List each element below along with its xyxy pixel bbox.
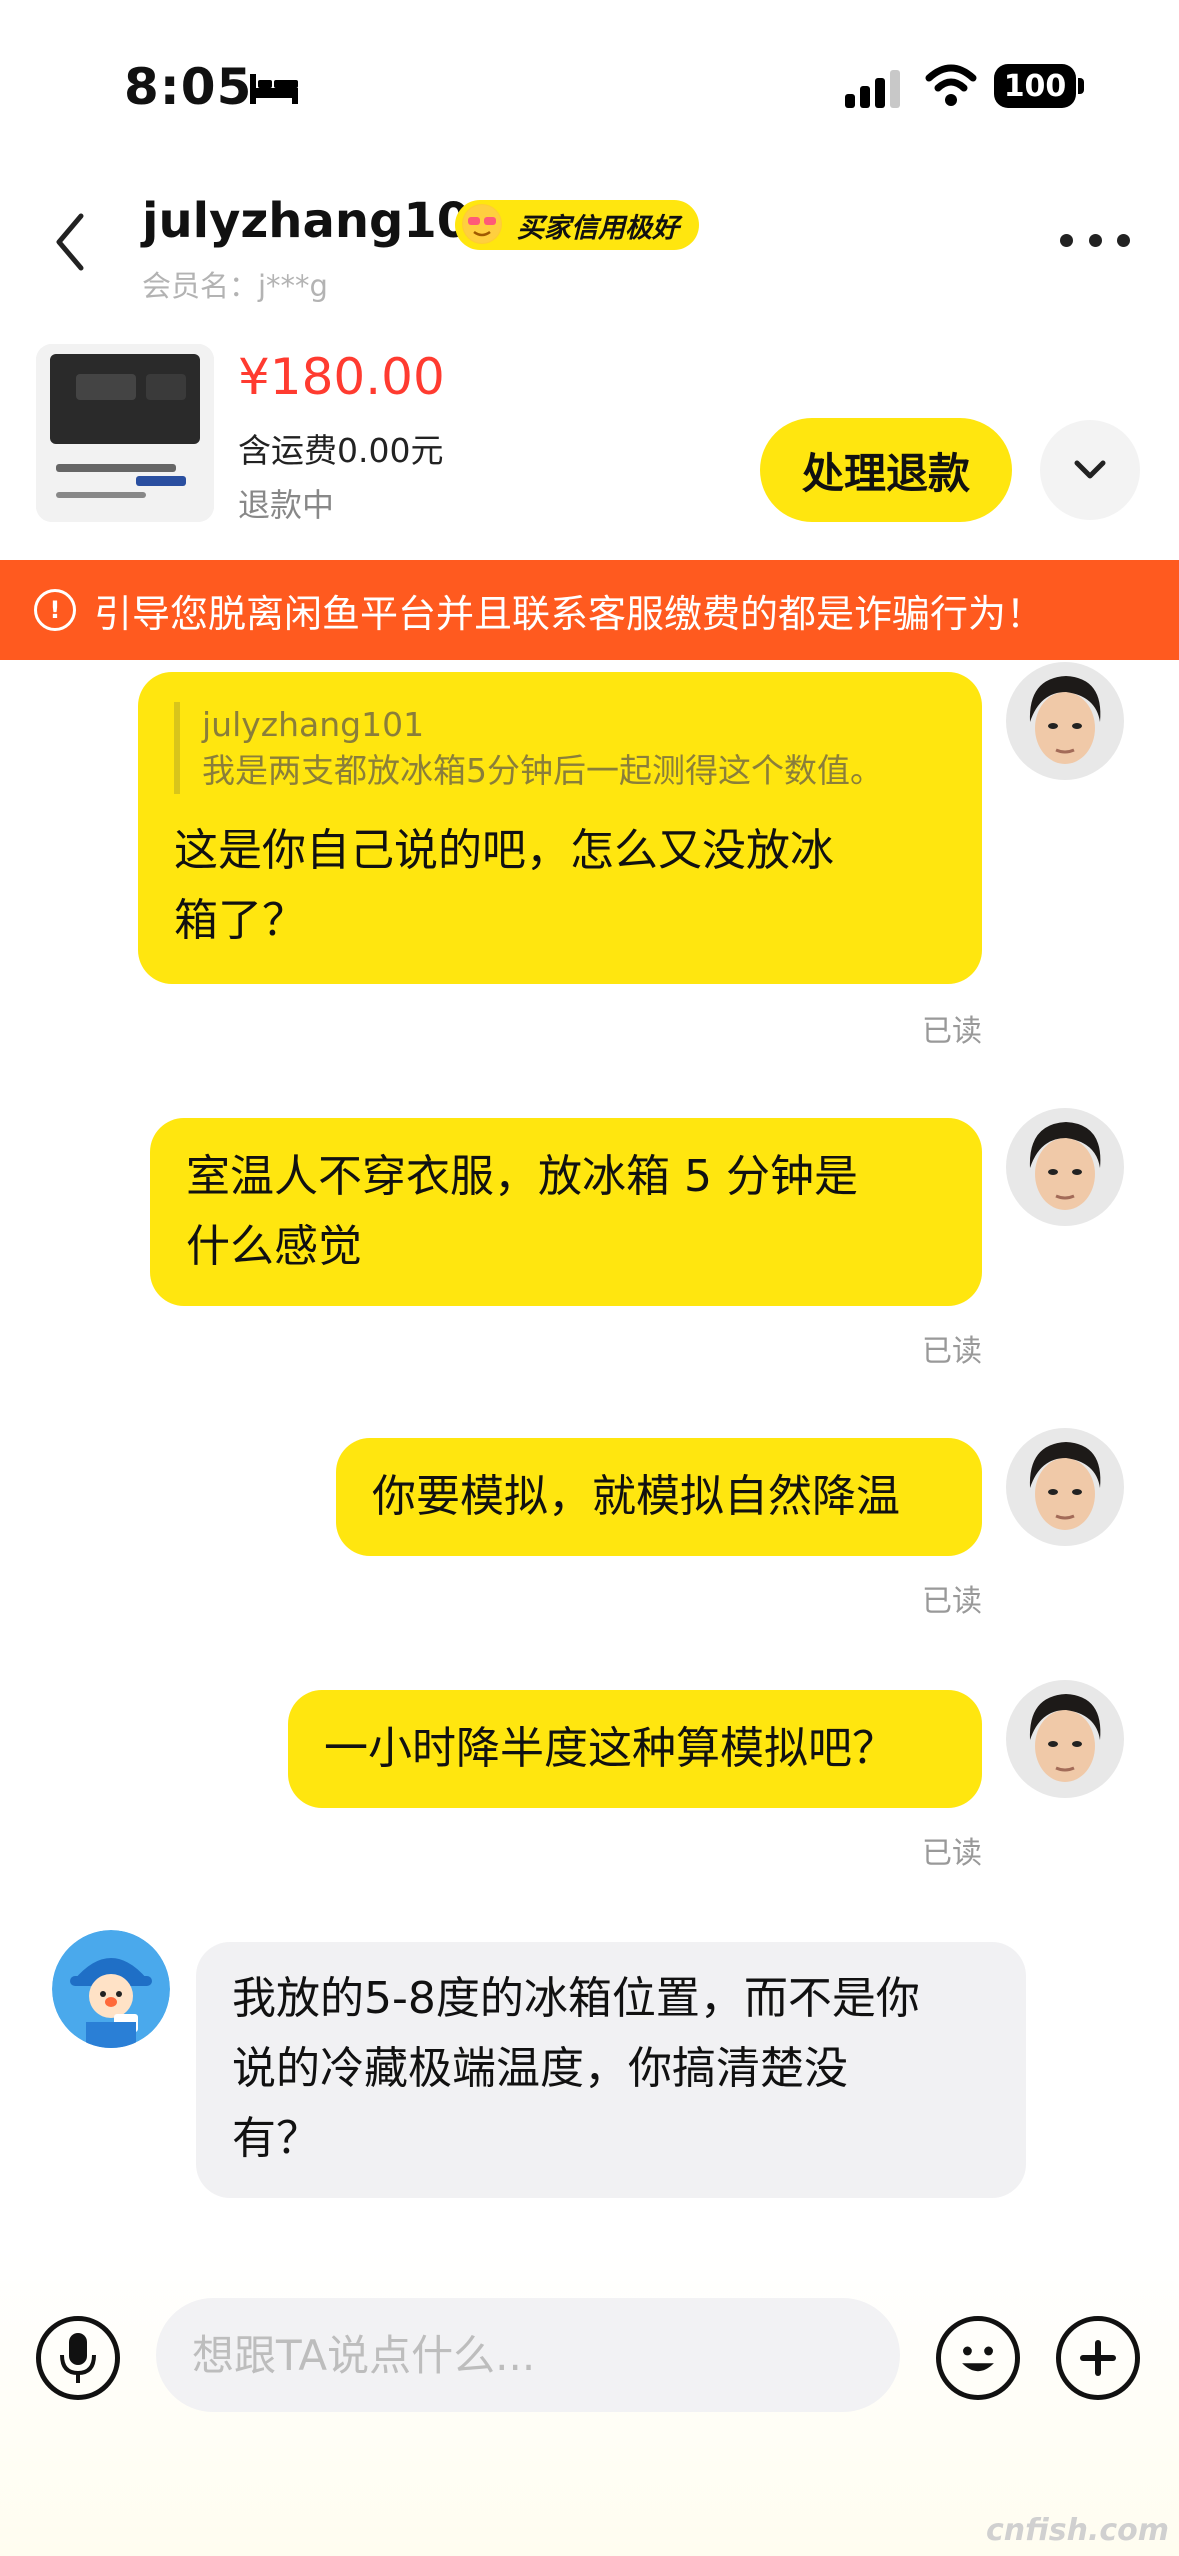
message-bubble-outgoing[interactable]: 一小时降半度这种算模拟吧？ bbox=[288, 1690, 982, 1808]
bed-icon bbox=[250, 74, 298, 104]
message-bubble-outgoing[interactable]: 室温人不穿衣服，放冰箱 5 分钟是 什么感觉 bbox=[150, 1118, 982, 1306]
read-receipt: 已读 bbox=[922, 1014, 982, 1049]
watermark: cnfish.com bbox=[985, 2513, 1169, 2548]
message-text: 一小时降半度这种算模拟吧？ bbox=[324, 1723, 896, 1774]
emoji-button[interactable] bbox=[936, 2316, 1020, 2400]
expand-button[interactable] bbox=[1040, 420, 1140, 520]
more-options-button[interactable] bbox=[1060, 224, 1130, 256]
chevron-down-icon bbox=[1074, 460, 1106, 479]
warning-text: 引导您脱离闲鱼平台并且联系客服缴费的都是诈骗行为！ bbox=[94, 591, 1045, 636]
message-input[interactable] bbox=[156, 2298, 900, 2412]
chevron-left-icon bbox=[56, 213, 84, 271]
more-dot-icon bbox=[1117, 233, 1130, 247]
wifi-icon bbox=[925, 64, 977, 106]
add-attachment-button[interactable] bbox=[1056, 2316, 1140, 2400]
quote-author: julyzhang101 bbox=[202, 705, 425, 744]
message-text: 箱了？ bbox=[174, 895, 306, 946]
order-status: 退款中 bbox=[238, 486, 335, 524]
avatar[interactable] bbox=[1006, 662, 1124, 780]
back-button[interactable] bbox=[40, 208, 100, 276]
message-text: 你要模拟，就模拟自然降温 bbox=[372, 1471, 900, 1522]
product-price: ¥180.00 bbox=[238, 348, 445, 406]
message-bubble-outgoing[interactable]: 你要模拟，就模拟自然降温 bbox=[336, 1438, 982, 1556]
process-refund-button[interactable]: 处理退款 bbox=[760, 418, 1012, 522]
message-text: 说的冷藏极端温度，你搞清楚没 bbox=[232, 2043, 848, 2094]
status-time: 8:05 bbox=[124, 58, 253, 116]
plus-icon bbox=[1080, 2340, 1116, 2376]
message-text: 这是你自己说的吧，怎么又没放冰 bbox=[174, 825, 834, 876]
read-receipt: 已读 bbox=[922, 1334, 982, 1369]
member-name: 会员名：j***g bbox=[142, 269, 328, 303]
signal-icon bbox=[845, 70, 900, 108]
fraud-warning-banner: ! 引导您脱离闲鱼平台并且联系客服缴费的都是诈骗行为！ bbox=[0, 560, 1179, 660]
battery-level: 100 bbox=[1003, 68, 1067, 104]
read-receipt: 已读 bbox=[922, 1584, 982, 1619]
voice-input-button[interactable] bbox=[36, 2316, 120, 2400]
alert-circle-icon: ! bbox=[34, 589, 76, 631]
quoted-message[interactable]: julyzhang101 我是两支都放冰箱5分钟后一起测得这个数值。 bbox=[174, 702, 946, 794]
avatar[interactable] bbox=[52, 1930, 170, 2048]
product-thumbnail[interactable] bbox=[36, 344, 214, 522]
message-text: 什么感觉 bbox=[186, 1221, 362, 1272]
more-dot-icon bbox=[1088, 233, 1102, 247]
more-dot-icon bbox=[1060, 233, 1073, 247]
avatar[interactable] bbox=[1006, 1428, 1124, 1546]
battery-tip bbox=[1078, 78, 1084, 94]
avatar[interactable] bbox=[1006, 1680, 1124, 1798]
quote-text: 我是两支都放冰箱5分钟后一起测得这个数值。 bbox=[202, 751, 883, 790]
message-text: 室温人不穿衣服，放冰箱 5 分钟是 bbox=[186, 1151, 858, 1202]
message-text: 我放的5-8度的冰箱位置，而不是你 bbox=[232, 1973, 920, 2024]
message-bubble-outgoing[interactable]: julyzhang101 我是两支都放冰箱5分钟后一起测得这个数值。 这是你自己… bbox=[138, 672, 982, 984]
battery-icon: 100 bbox=[994, 64, 1076, 108]
product-photo-image bbox=[36, 344, 214, 522]
microphone-icon bbox=[60, 2333, 96, 2383]
message-text: 有？ bbox=[232, 2113, 320, 2164]
read-receipt: 已读 bbox=[922, 1836, 982, 1871]
message-bubble-incoming[interactable]: 我放的5-8度的冰箱位置，而不是你 说的冷藏极端温度，你搞清楚没 有？ bbox=[196, 1942, 1026, 2198]
cool-face-icon bbox=[462, 204, 502, 244]
shipping-info: 含运费0.00元 bbox=[238, 431, 444, 470]
avatar[interactable] bbox=[1006, 1108, 1124, 1226]
chat-partner-name[interactable]: julyzhang101 bbox=[142, 193, 504, 249]
